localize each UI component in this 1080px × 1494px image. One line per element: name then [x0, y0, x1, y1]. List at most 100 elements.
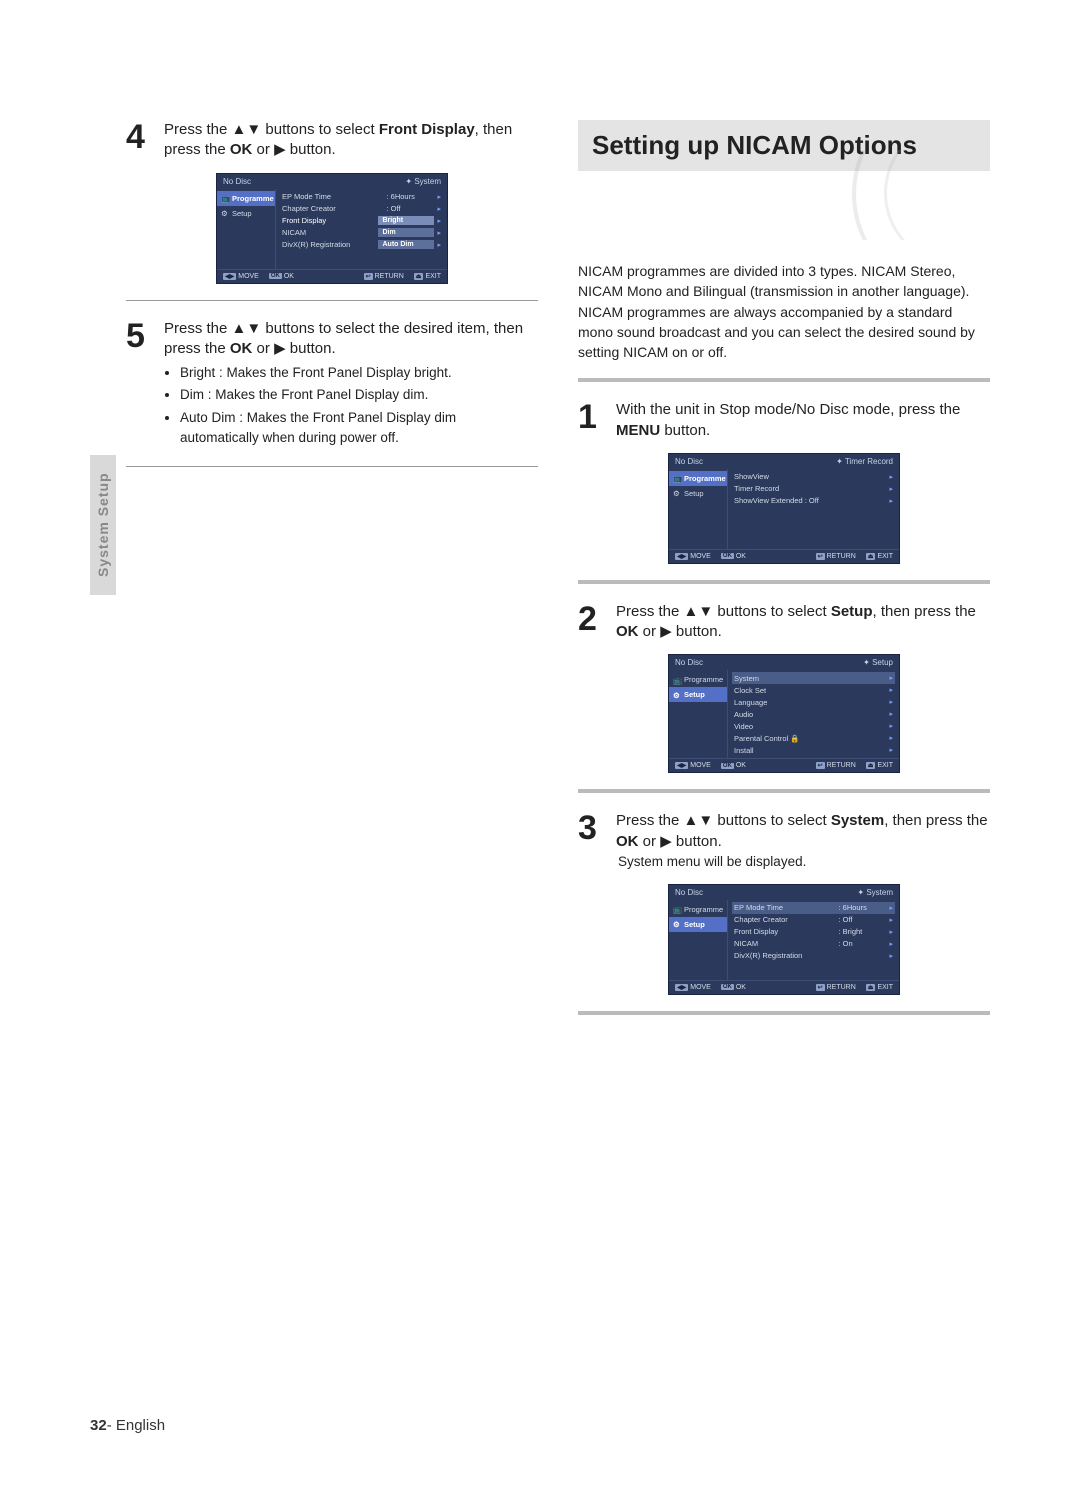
text: Clock Set [734, 686, 886, 695]
chevron-right-icon: ▸ [886, 722, 893, 730]
text: NICAM [734, 939, 834, 948]
text: : Off [382, 204, 434, 213]
key-icon: OK [269, 273, 282, 279]
up-down-icon: ▲▼ [684, 812, 714, 829]
osd-tab-programme: 📺Programme [669, 902, 727, 917]
bold-system: System [831, 812, 884, 829]
key-icon: ◀▶ [675, 553, 688, 560]
text: Programme [684, 905, 723, 914]
chevron-right-icon: ▸ [434, 241, 441, 249]
text: or [639, 623, 661, 640]
osd-row: DivX(R) Registration▸ [732, 950, 895, 962]
key-icon: ↩ [364, 273, 373, 280]
bold-ok: OK [230, 141, 253, 158]
text: EP Mode Time [734, 903, 834, 912]
step-1-number: 1 [578, 400, 606, 441]
osd-row: ShowView Extended : Off▸ [732, 495, 895, 507]
osd-tab-setup: ⚙Setup [669, 917, 727, 932]
step-2: 2 Press the ▲▼ buttons to select Setup, … [578, 602, 990, 643]
step5-bullets: Bright : Makes the Front Panel Display b… [164, 363, 538, 448]
text: Press the [616, 812, 684, 829]
chevron-right-icon: ▸ [434, 229, 441, 237]
gear-icon: ⚙ [673, 489, 681, 497]
text: button. [286, 141, 336, 158]
bold-ok: OK [616, 623, 639, 640]
right-column: Setting up NICAM Options NICAM programme… [578, 120, 990, 1033]
right-icon: ▶ [660, 623, 672, 640]
chevron-right-icon: ▸ [886, 904, 893, 912]
page-language: English [116, 1417, 165, 1434]
text: Bright [378, 216, 434, 225]
list-item: Dim : Makes the Front Panel Display dim. [180, 385, 538, 405]
text: RETURN [827, 553, 856, 560]
osd-screenshot-step2: No Disc ✦ Setup 📺Programme ⚙Setup System… [668, 654, 900, 773]
text: Setup [232, 209, 252, 218]
chevron-right-icon: ▸ [434, 217, 441, 225]
osd-row: EP Mode Time: 6Hours▸ [280, 191, 443, 203]
osd-row: ShowView▸ [732, 471, 895, 483]
text: Setup [684, 489, 704, 498]
text: button. [672, 623, 722, 640]
osd-row: Timer Record▸ [732, 483, 895, 495]
bold-ok: OK [230, 340, 253, 357]
text: button. [286, 340, 336, 357]
osd-nodisc: No Disc [223, 177, 251, 186]
osd-row: Chapter Creator: Off▸ [732, 914, 895, 926]
text: RETURN [375, 273, 404, 280]
chevron-right-icon: ▸ [886, 686, 893, 694]
text: Video [734, 722, 886, 731]
step-2-text: Press the ▲▼ buttons to select Setup, th… [616, 602, 990, 643]
step-3-text: Press the ▲▼ buttons to select System, t… [616, 811, 990, 871]
disc-decoration-icon [820, 150, 1000, 240]
osd-tab-setup: ⚙Setup [669, 486, 727, 501]
text: , then press the [884, 812, 987, 829]
osd-crumb: ✦ Timer Record [836, 457, 893, 466]
key-icon: ◀▶ [675, 762, 688, 769]
tv-icon: 📺 [673, 905, 681, 913]
chevron-right-icon: ▸ [886, 674, 893, 682]
step-4-number: 4 [126, 120, 154, 161]
tv-icon: 📺 [221, 194, 229, 202]
divider-bar [578, 1011, 990, 1015]
key-icon: ↩ [816, 762, 825, 769]
text: System [734, 674, 886, 683]
step3-subnote: System menu will be displayed. [618, 852, 990, 872]
key-icon: ⏏ [414, 273, 424, 280]
divider-bar [578, 580, 990, 584]
text: : Bright [834, 927, 886, 936]
right-icon: ▶ [660, 833, 672, 850]
right-icon: ▶ [274, 340, 286, 357]
chevron-right-icon: ▸ [886, 473, 893, 481]
divider-bar [578, 378, 990, 382]
text: Language [734, 698, 886, 707]
page-footer: 32- English [90, 1417, 165, 1434]
chevron-right-icon: ▸ [886, 710, 893, 718]
step-2-number: 2 [578, 602, 606, 643]
osd-row: NICAM: On▸ [732, 938, 895, 950]
text: MOVE [690, 553, 711, 560]
text: Programme [232, 194, 274, 203]
osd-row: Clock Set▸ [732, 684, 895, 696]
chevron-right-icon: ▸ [886, 485, 893, 493]
osd-tab-setup: ⚙Setup [669, 687, 727, 702]
step-1-text: With the unit in Stop mode/No Disc mode,… [616, 400, 990, 441]
divider-bar [578, 789, 990, 793]
chevron-right-icon: ▸ [886, 916, 893, 924]
chevron-right-icon: ▸ [886, 746, 893, 754]
text: DivX(R) Registration [282, 240, 378, 249]
step-5-text: Press the ▲▼ buttons to select the desir… [164, 319, 538, 451]
step-5: 5 Press the ▲▼ buttons to select the des… [126, 319, 538, 451]
side-tab-system-setup: System Setup [90, 455, 116, 595]
page-number: 32 [90, 1417, 107, 1434]
text: , then press the [872, 603, 975, 620]
osd-nodisc: No Disc [675, 658, 703, 667]
osd-crumb: ✦ Setup [863, 658, 893, 667]
step-5-number: 5 [126, 319, 154, 451]
text: button. [660, 422, 710, 439]
text: Auto Dim [378, 240, 434, 249]
text: MOVE [238, 273, 259, 280]
text: OK [736, 553, 746, 560]
step-4: 4 Press the ▲▼ buttons to select Front D… [126, 120, 538, 161]
osd-row: Audio▸ [732, 708, 895, 720]
bold-front-display: Front Display [379, 121, 475, 138]
